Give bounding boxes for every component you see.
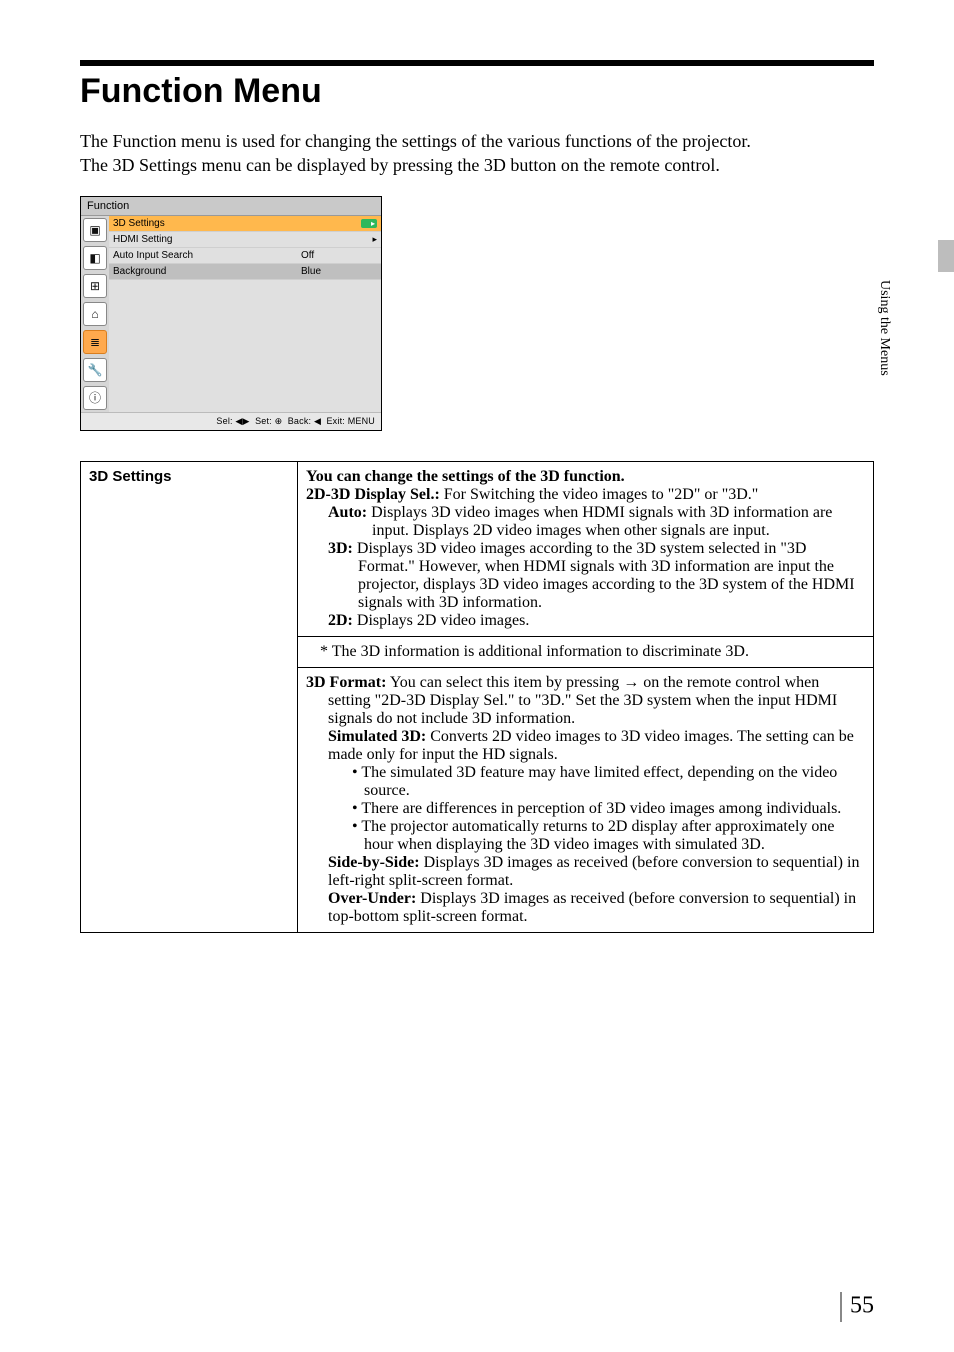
- intro-line-2: The 3D Settings menu can be displayed by…: [80, 155, 720, 175]
- menu-tab-2-icon: ◧: [83, 246, 107, 270]
- page-title: Function Menu: [80, 72, 874, 111]
- d2-text: Displays 2D video images.: [353, 612, 529, 629]
- lead-line: You can change the settings of the 3D fu…: [306, 468, 865, 486]
- menu-footer: Sel: ◀▶ Set: ⊕ Back: ◀ Exit: MENU: [81, 412, 381, 430]
- d3-option: 3D: Displays 3D video images according t…: [328, 540, 865, 612]
- menu-items: 3D Settings ▸ HDMI Setting ▸ Auto Input …: [109, 216, 381, 412]
- intro-line-1: The Function menu is used for changing t…: [80, 131, 751, 151]
- menu-preview: Function ▣ ◧ ⊞ ⌂ ≣ 🔧 ⓘ 3D Settings ▸ HDM…: [80, 196, 382, 431]
- sim3d-bullet-3: • The projector automatically returns to…: [328, 818, 865, 854]
- d2d3-sel-text: For Switching the video images to "2D" o…: [440, 486, 759, 503]
- menu-item-label: Background: [113, 266, 297, 277]
- intro-text: The Function menu is used for changing t…: [80, 129, 874, 178]
- setting-note: * The 3D information is additional infor…: [298, 636, 874, 667]
- page-number: 55: [840, 1292, 874, 1322]
- menu-item-label: 3D Settings: [113, 218, 293, 229]
- sbs-option: Side-by-Side: Displays 3D images as rece…: [328, 854, 865, 890]
- setting-description-block-2: 3D Format: You can select this item by p…: [298, 667, 874, 932]
- sim3d-label: Simulated 3D:: [328, 728, 426, 745]
- ou-label: Over-Under:: [328, 890, 416, 907]
- d2d3-sel: 2D-3D Display Sel.: For Switching the vi…: [306, 486, 865, 504]
- menu-tab-setup-icon: 🔧: [83, 358, 107, 382]
- sim3d-bullet-2: • There are differences in perception of…: [328, 800, 865, 818]
- setting-description-block-1: You can change the settings of the 3D fu…: [298, 461, 874, 636]
- menu-tab-3-icon: ⊞: [83, 274, 107, 298]
- menu-title: Function: [81, 197, 381, 216]
- format-text: You can select this item by pressing → o…: [328, 674, 837, 727]
- d3-text: Displays 3D video images according to th…: [353, 540, 855, 611]
- auto-label: Auto:: [328, 504, 367, 521]
- menu-row-3d-settings: 3D Settings ▸: [109, 216, 381, 232]
- side-section-label: Using the Menus: [876, 280, 892, 376]
- menu-row-background: Background Blue: [109, 264, 381, 280]
- format-option: 3D Format: You can select this item by p…: [306, 674, 865, 728]
- menu-item-label: Auto Input Search: [113, 250, 297, 261]
- sim3d-bullet-1: • The simulated 3D feature may have limi…: [328, 764, 865, 800]
- side-tab: [938, 240, 954, 272]
- sim3d-option: Simulated 3D: Converts 2D video images t…: [328, 728, 865, 764]
- menu-item-value: Blue: [301, 266, 361, 277]
- ou-option: Over-Under: Displays 3D images as receiv…: [328, 890, 865, 926]
- menu-tab-function-icon: ≣: [83, 330, 107, 354]
- footer-set: Set:: [255, 416, 272, 426]
- format-label: 3D Format:: [306, 674, 386, 691]
- sbs-label: Side-by-Side:: [328, 854, 420, 871]
- d2-label: 2D:: [328, 612, 353, 629]
- menu-icon-column: ▣ ◧ ⊞ ⌂ ≣ 🔧 ⓘ: [81, 216, 109, 412]
- d3-label: 3D:: [328, 540, 353, 557]
- footer-exit: Exit:: [326, 416, 345, 426]
- d2-option: 2D: Displays 2D video images.: [328, 612, 865, 630]
- menu-row-auto-input-search: Auto Input Search Off: [109, 248, 381, 264]
- setting-name: 3D Settings: [81, 461, 298, 932]
- menu-tab-4-icon: ⌂: [83, 302, 107, 326]
- submenu-arrow-icon: ▸: [365, 234, 377, 245]
- menu-row-hdmi-setting: HDMI Setting ▸: [109, 232, 381, 248]
- submenu-arrow-icon: ▸: [361, 219, 377, 228]
- auto-text: Displays 3D video images when HDMI signa…: [367, 504, 832, 539]
- menu-item-value: Off: [301, 250, 361, 261]
- menu-item-label: HDMI Setting: [113, 234, 297, 245]
- menu-tab-1-icon: ▣: [83, 218, 107, 242]
- menu-tab-info-icon: ⓘ: [83, 386, 107, 410]
- settings-table: 3D Settings You can change the settings …: [80, 461, 874, 933]
- d2d3-sel-label: 2D-3D Display Sel.:: [306, 486, 440, 503]
- auto-option: Auto: Displays 3D video images when HDMI…: [328, 504, 865, 540]
- note-text: * The 3D information is additional infor…: [306, 643, 865, 661]
- header-rule: [80, 60, 874, 66]
- footer-sel: Sel:: [216, 416, 232, 426]
- footer-back: Back:: [288, 416, 312, 426]
